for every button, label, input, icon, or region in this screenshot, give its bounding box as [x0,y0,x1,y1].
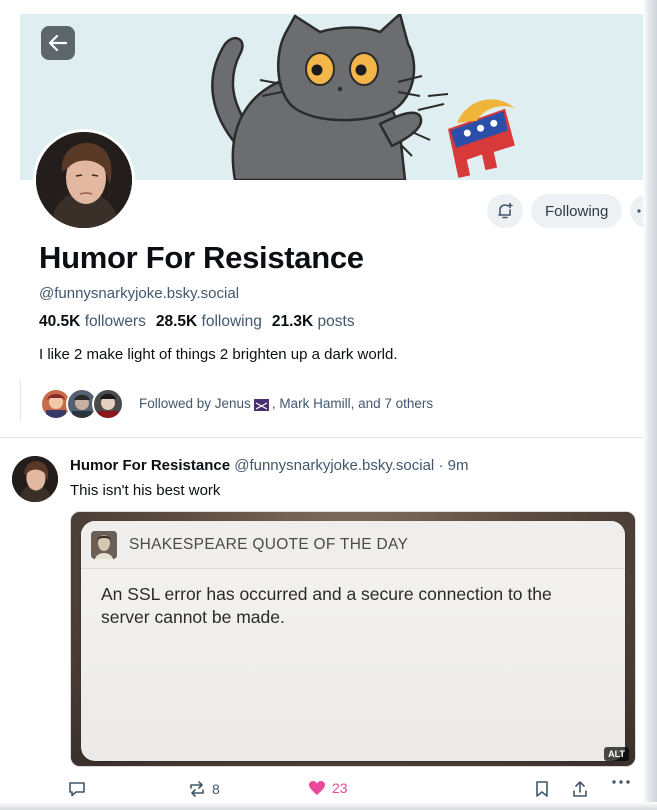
card-body: An SSL error has occurred and a secure c… [101,584,552,627]
page-frame: Following Humor For Resistance @funnysna… [0,0,657,810]
followed-by-suffix: , Mark Hamill, and 7 others [271,396,434,411]
followed-by-text[interactable]: Followed by Jenus , Mark Hamill, and 7 o… [139,396,433,411]
post-text: This isn't his best work [70,482,221,499]
post-author-avatar[interactable] [12,456,58,502]
profile-handle: @funnysnarkyjoke.bsky.social [39,285,240,302]
post-timestamp[interactable]: 9m [448,457,469,474]
profile-actions: Following [487,194,657,228]
reply-button[interactable] [68,780,86,798]
like-count: 23 [332,780,348,796]
notify-subscribe-button[interactable] [487,194,523,228]
repost-button[interactable]: 8 [188,780,220,798]
repost-count: 8 [212,781,220,797]
back-button[interactable] [41,26,75,60]
avatar-photo [36,132,132,228]
profile-display-name: Humor For Resistance [39,240,364,275]
profile-avatar[interactable] [33,129,135,231]
section-divider [0,437,643,438]
followers-count: 40.5K [39,313,81,330]
alt-badge[interactable]: ALT [604,747,629,761]
known-follower-avatar [92,388,124,420]
followers-stat[interactable]: 40.5K followers [39,313,146,331]
bell-plus-icon [498,202,513,219]
post-image[interactable]: SHAKESPEARE QUOTE OF THE DAY An SSL erro… [70,511,636,767]
more-icon [612,780,630,784]
following-stat[interactable]: 28.5K following [156,313,262,331]
reply-icon [69,782,85,797]
vertical-divider [20,380,21,422]
frame-edge-bottom [0,802,657,810]
post-more-button[interactable] [612,780,630,784]
known-followers-avatars[interactable] [40,388,130,422]
share-button[interactable] [571,780,589,798]
following-button[interactable]: Following [531,194,623,228]
posts-stat: 21.3K posts [272,313,355,331]
profile-bio: I like 2 make light of things 2 brighten… [39,346,398,363]
error-card: SHAKESPEARE QUOTE OF THE DAY An SSL erro… [81,521,625,761]
bookmark-icon [536,781,548,797]
post-author-name[interactable]: Humor For Resistance [70,457,230,474]
heart-filled-icon [309,781,325,795]
profile-stats: 40.5K followers 28.5K following 21.3K po… [39,313,355,331]
following-count: 28.5K [155,313,198,330]
posts-count: 21.3K [271,313,314,330]
post-separator: · [438,457,444,474]
card-title: SHAKESPEARE QUOTE OF THE DAY [129,535,409,553]
share-icon [573,781,587,797]
post-author-handle[interactable]: @funnysnarkyjoke.bsky.social [234,457,434,474]
frame-edge [643,0,657,810]
shakespeare-portrait-icon [91,530,117,559]
post-header: Humor For Resistance @funnysnarkyjoke.bs… [70,457,468,474]
following-label: following [201,313,262,330]
posts-label: posts [317,313,355,330]
repost-icon [190,781,204,797]
post-actions: 8 23 [68,780,638,802]
followers-label: followers [84,313,146,330]
arrow-left-icon [48,34,68,52]
card-header: SHAKESPEARE QUOTE OF THE DAY [81,521,625,569]
bookmark-button[interactable] [534,780,550,798]
followed-by-prefix: Followed by Jenus [139,396,251,411]
like-button[interactable]: 23 [308,780,348,796]
flag-icon [253,398,269,411]
